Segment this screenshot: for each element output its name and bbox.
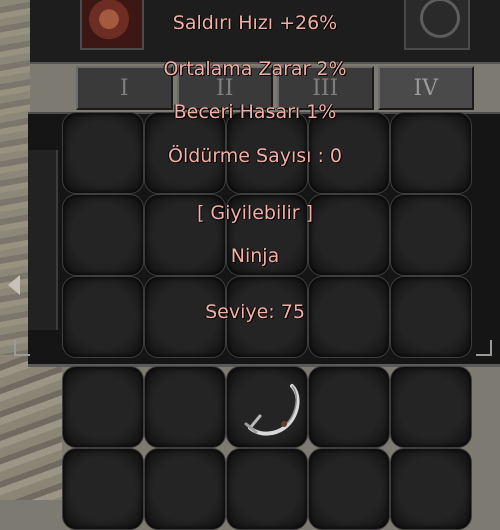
tooltip-line-average-damage: Ortalama Zarar 2% xyxy=(163,58,347,80)
inventory-slot[interactable] xyxy=(62,366,144,448)
stone-background-bottom xyxy=(0,355,62,500)
inventory-slot[interactable] xyxy=(390,448,472,530)
tooltip-line-level: Seviye: 75 xyxy=(205,301,305,323)
inventory-slot[interactable] xyxy=(62,448,144,530)
inventory-slot[interactable] xyxy=(144,366,226,448)
inventory-slot[interactable] xyxy=(144,448,226,530)
inventory-slot[interactable] xyxy=(308,366,390,448)
scroll-left-arrow-icon[interactable] xyxy=(8,275,20,295)
tooltip-line-class: Ninja xyxy=(230,245,280,267)
tooltip-line-skill-damage: Beceri Hasarı 1% xyxy=(173,101,337,123)
tooltip-line-attack-speed: Saldırı Hızı +26% xyxy=(172,12,338,34)
inventory-slot[interactable] xyxy=(308,448,390,530)
inventory-slot[interactable] xyxy=(390,366,472,448)
inventory-slot[interactable] xyxy=(226,448,308,530)
frame-corner-right xyxy=(476,340,492,356)
sword-item-icon[interactable] xyxy=(240,378,310,448)
panel-sidebar xyxy=(28,150,58,330)
frame-corner-left xyxy=(14,340,30,356)
tooltip-line-wearable: [ Giyilebilir ] xyxy=(196,202,314,224)
tooltip-line-kill-count: Öldürme Sayısı : 0 xyxy=(167,145,343,167)
